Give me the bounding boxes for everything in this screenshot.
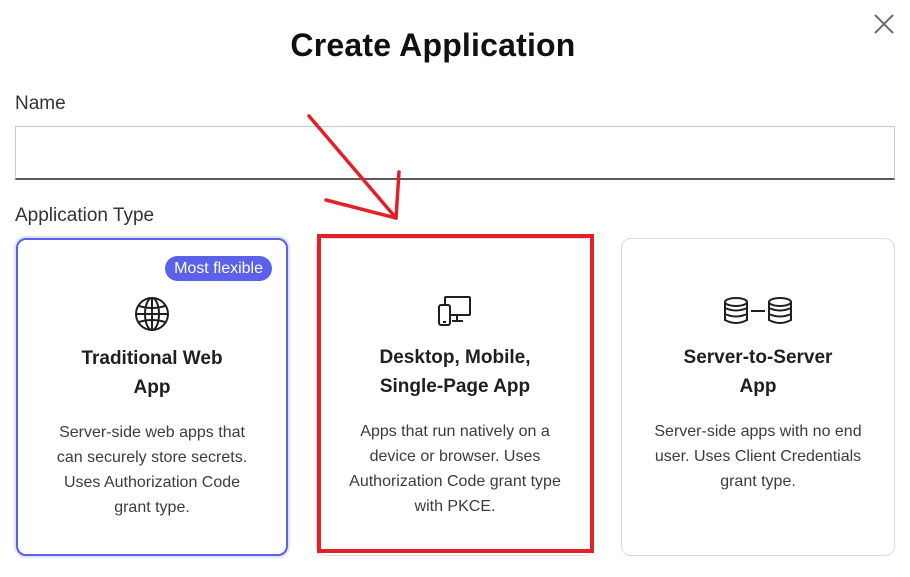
card-title-line: Traditional Web: [81, 348, 223, 369]
name-label: Name: [15, 93, 66, 114]
card-title-line: App: [133, 377, 171, 398]
card-title: Traditional Web App: [18, 344, 286, 402]
app-type-card-spa[interactable]: Desktop, Mobile, Single-Page App Apps th…: [316, 238, 594, 556]
database-link-icon: [722, 294, 794, 328]
card-description: Server-side apps with no end user. Uses …: [654, 423, 862, 490]
card-title-line: Single-Page App: [379, 376, 531, 397]
globe-icon: [133, 295, 171, 333]
card-title: Desktop, Mobile, Single-Page App: [317, 343, 593, 401]
card-description: Server-side web apps that can securely s…: [56, 424, 248, 516]
close-icon[interactable]: [869, 9, 899, 39]
name-input[interactable]: [15, 126, 895, 180]
app-type-card-regular-web[interactable]: Most flexible Traditional Web App Server…: [16, 238, 288, 556]
application-type-label: Application Type: [15, 205, 155, 226]
card-title-line: App: [739, 376, 777, 397]
card-description: Apps that run natively on a device or br…: [349, 423, 561, 515]
create-application-dialog: Create Application Name Application Type…: [0, 0, 910, 577]
app-type-card-m2m[interactable]: Server-to-Server App Server-side apps wi…: [621, 238, 895, 556]
dialog-title: Create Application: [290, 27, 576, 63]
devices-icon: [437, 294, 473, 328]
card-title-line: Desktop, Mobile,: [379, 347, 531, 368]
card-title-line: Server-to-Server: [683, 347, 833, 368]
card-title: Server-to-Server App: [622, 343, 894, 401]
most-flexible-badge: Most flexible: [165, 256, 272, 281]
